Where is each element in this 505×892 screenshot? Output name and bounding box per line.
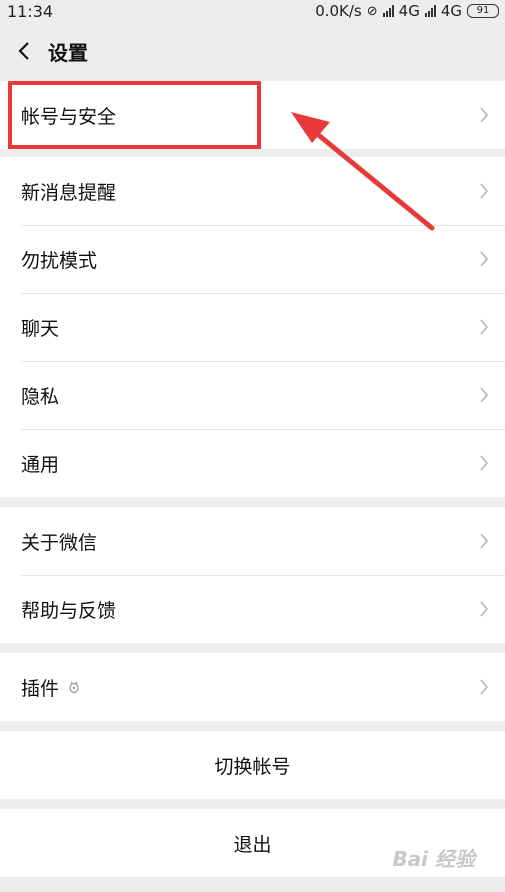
chevron-right-icon xyxy=(480,183,489,199)
signal-icon xyxy=(424,5,436,17)
chevron-right-icon xyxy=(480,319,489,335)
settings-group-general: 新消息提醒 勿扰模式 聊天 隐私 通用 xyxy=(0,157,505,497)
menu-item-chat[interactable]: 聊天 xyxy=(0,293,505,361)
settings-group-plugins: 插件 xyxy=(0,653,505,721)
switch-account-label: 切换帐号 xyxy=(214,755,291,778)
network-type-2: 4G xyxy=(440,2,462,20)
menu-item-label: 隐私 xyxy=(21,385,60,408)
switch-account-button[interactable]: 切换帐号 xyxy=(0,731,505,799)
mute-icon: ⊘ xyxy=(366,3,378,19)
menu-item-label: 勿扰模式 xyxy=(21,249,98,272)
status-time: 11:34 xyxy=(7,1,54,21)
menu-item-label: 关于微信 xyxy=(21,531,98,554)
chevron-right-icon xyxy=(480,679,489,695)
menu-item-label: 帐号与安全 xyxy=(21,105,117,128)
chevron-right-icon xyxy=(480,251,489,267)
network-speed: 0.0K/s xyxy=(315,2,362,20)
battery-level: 91 xyxy=(476,5,490,16)
watermark: Bai 经验 xyxy=(392,847,475,871)
menu-item-about[interactable]: 关于微信 xyxy=(0,507,505,575)
chevron-right-icon xyxy=(480,455,489,471)
chevron-right-icon xyxy=(480,533,489,549)
chevron-right-icon xyxy=(480,107,489,123)
menu-item-label: 通用 xyxy=(21,453,60,476)
menu-item-do-not-disturb[interactable]: 勿扰模式 xyxy=(0,225,505,293)
signal-icon xyxy=(382,5,394,17)
menu-item-notifications[interactable]: 新消息提醒 xyxy=(0,157,505,225)
page-title: 设置 xyxy=(48,40,88,65)
plugin-icon xyxy=(69,681,79,694)
menu-item-plugins[interactable]: 插件 xyxy=(0,653,505,721)
battery-icon: 91 xyxy=(467,4,499,18)
chevron-right-icon xyxy=(480,387,489,403)
chevron-right-icon xyxy=(480,601,489,617)
settings-group-account: 帐号与安全 xyxy=(0,81,505,149)
logout-label: 退出 xyxy=(233,833,272,856)
back-icon xyxy=(18,42,29,60)
status-bar: 11:34 0.0K/s ⊘ 4G 4G 91 xyxy=(0,0,505,22)
menu-item-label: 新消息提醒 xyxy=(21,181,117,204)
menu-item-help-feedback[interactable]: 帮助与反馈 xyxy=(0,575,505,643)
network-type-1: 4G xyxy=(398,2,420,20)
menu-item-privacy[interactable]: 隐私 xyxy=(0,361,505,429)
menu-item-label: 插件 xyxy=(21,677,60,700)
menu-item-label: 聊天 xyxy=(21,317,60,340)
status-indicators: 0.0K/s ⊘ 4G 4G 91 xyxy=(315,2,499,20)
nav-bar: 设置 xyxy=(0,22,505,80)
settings-group-about: 关于微信 帮助与反馈 xyxy=(0,507,505,643)
menu-item-label: 帮助与反馈 xyxy=(21,599,117,622)
menu-item-general[interactable]: 通用 xyxy=(0,429,505,497)
menu-item-account-security[interactable]: 帐号与安全 xyxy=(0,81,505,149)
back-button[interactable] xyxy=(4,22,44,80)
